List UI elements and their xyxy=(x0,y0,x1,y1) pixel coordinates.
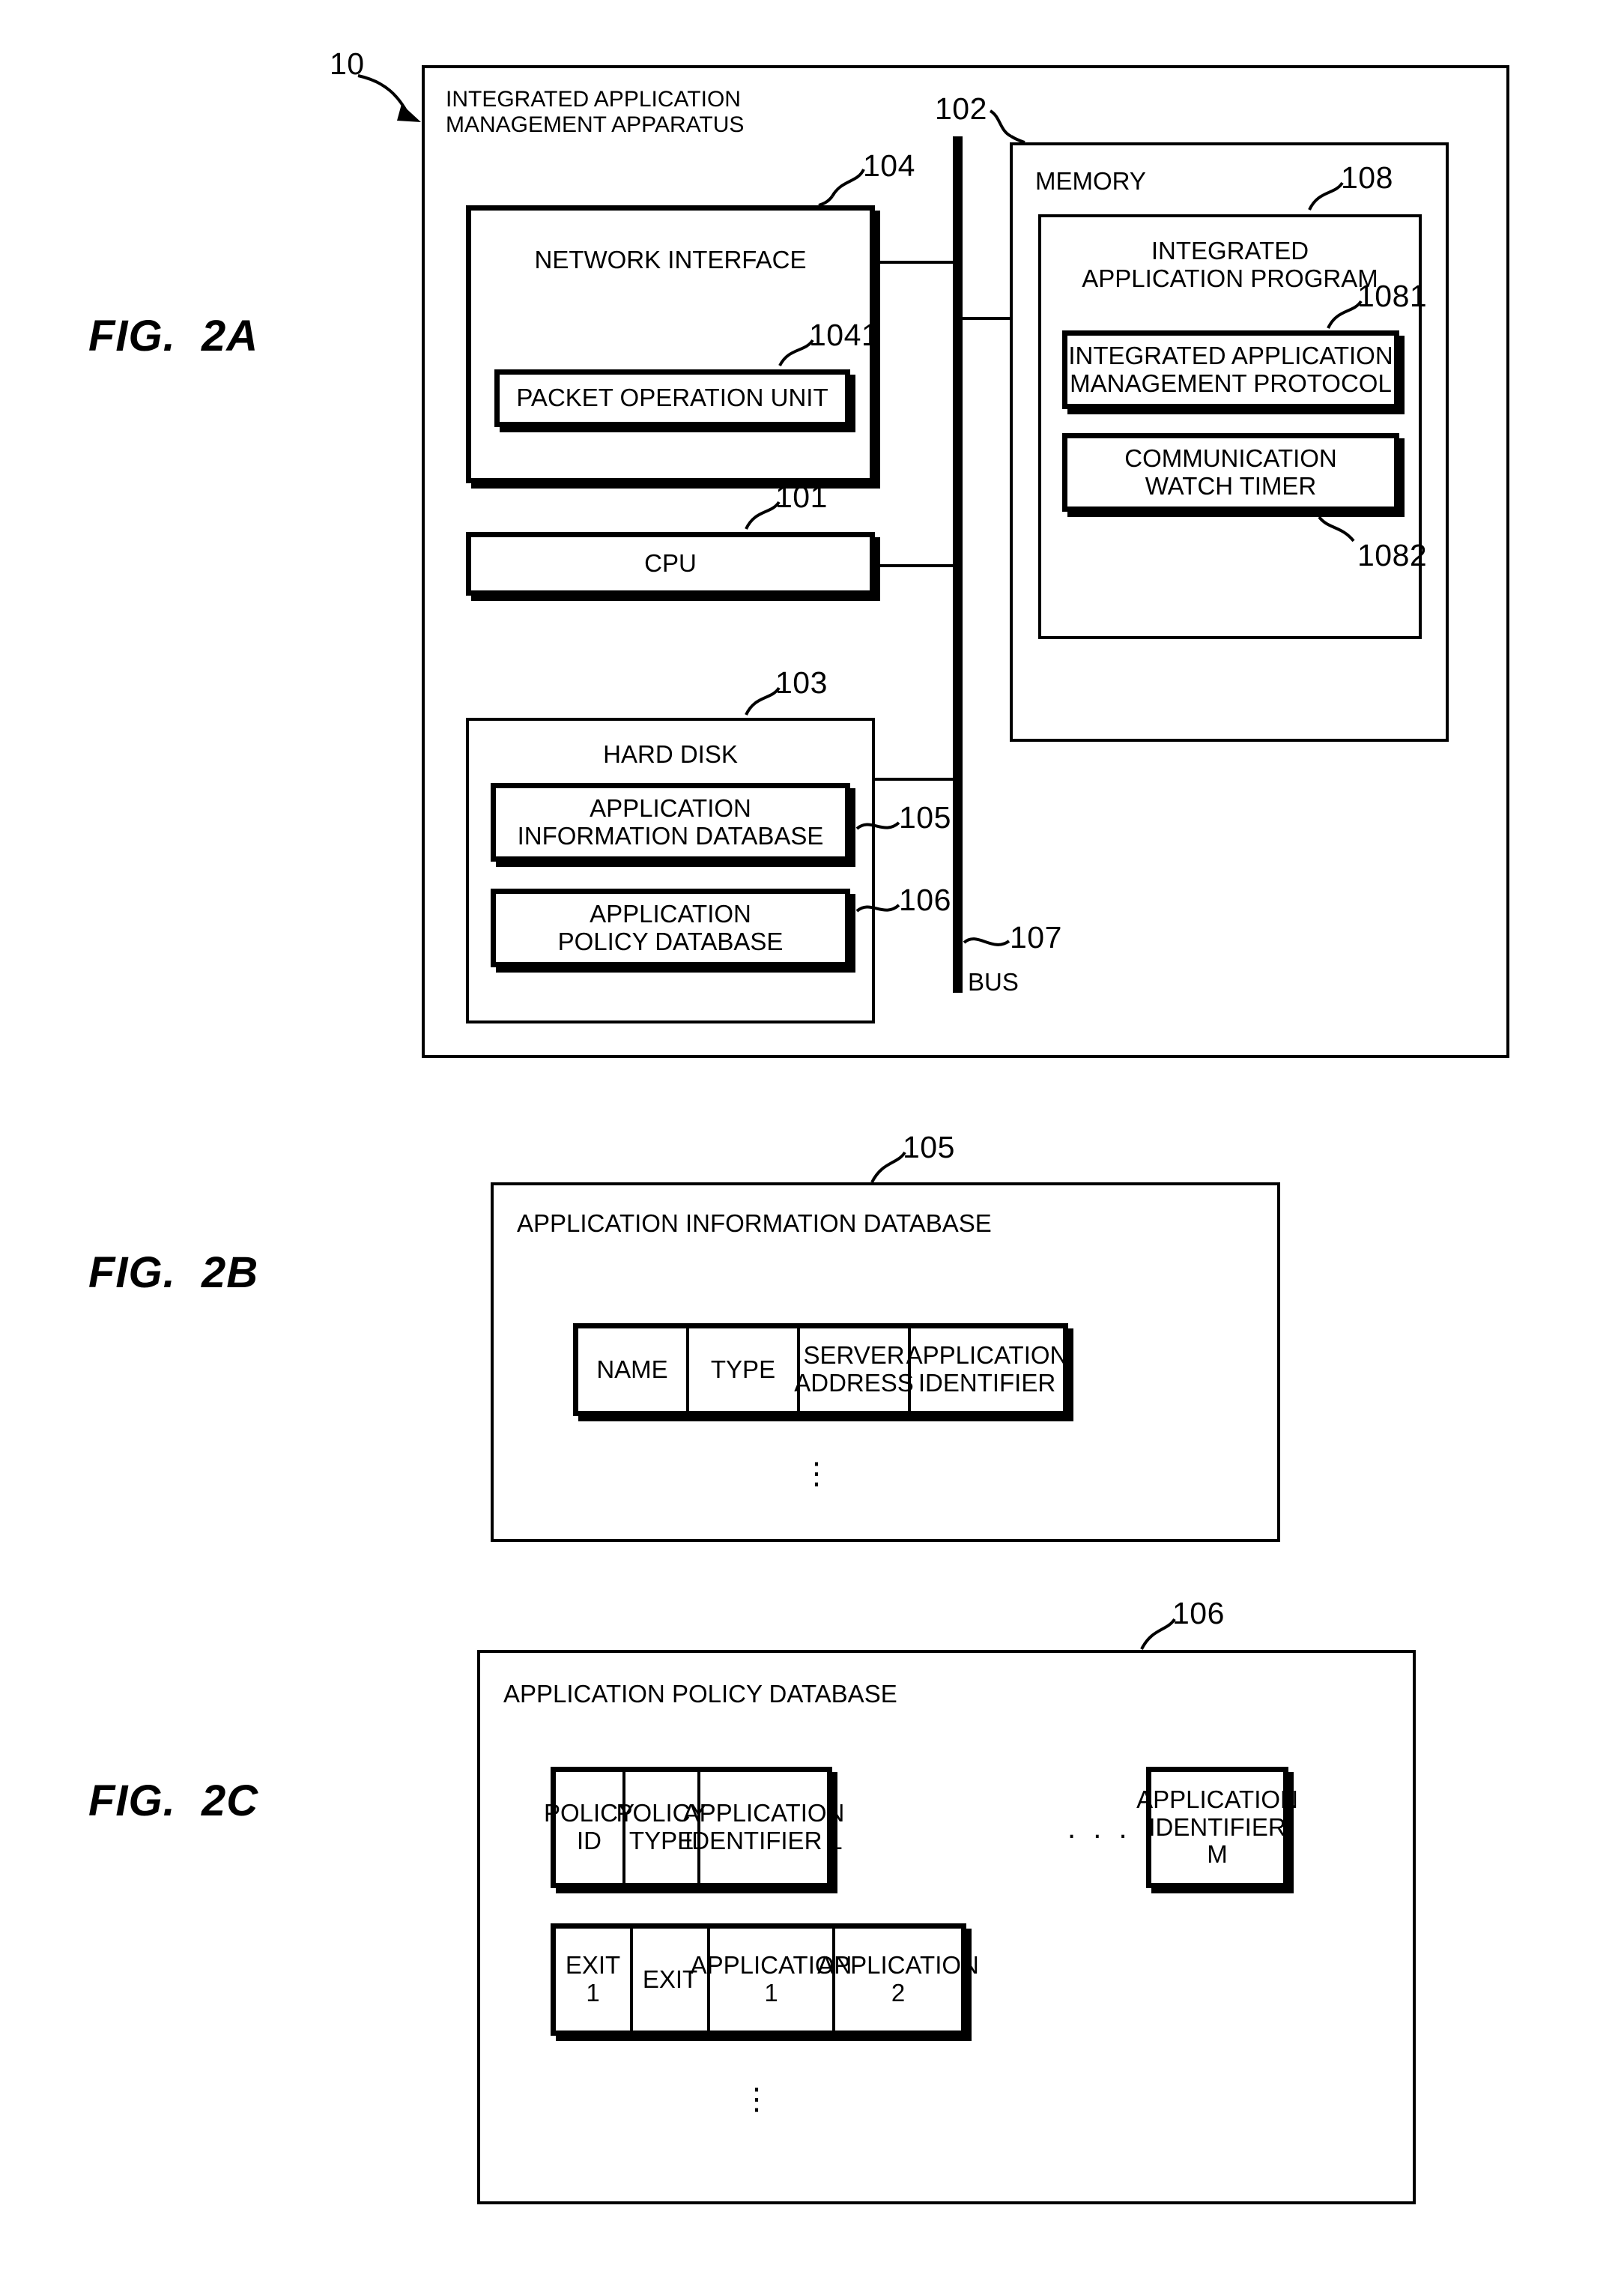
application-1-cell: APPLICATION 1 xyxy=(691,1929,852,2031)
apparatus-title: INTEGRATED APPLICATION MANAGEMENT APPARA… xyxy=(446,87,745,137)
hard-disk-bus-connector xyxy=(875,778,957,781)
application-identifier-m-row: APPLICATION IDENTIFIER M xyxy=(1136,1767,1298,1888)
reference-107-label: 107 xyxy=(1010,920,1062,955)
column-header-server-address: SERVER ADDRESS xyxy=(794,1328,914,1411)
reference-106-fig2c-label: 106 xyxy=(1172,1596,1225,1630)
hard-disk-label: HARD DISK xyxy=(603,740,738,768)
figure-2b-caption: FIG. 2B xyxy=(88,1248,259,1297)
application-information-database-ellipsis: ⋮ xyxy=(802,1457,831,1490)
reference-103-label: 103 xyxy=(775,665,828,700)
reference-1081-label: 1081 xyxy=(1357,279,1428,313)
bus-label: BUS xyxy=(968,967,1019,996)
application-policy-database-data-row: EXIT 1 EXIT APPLICATION 1 APPLICATION 2 xyxy=(551,1923,979,2036)
cpu-label: CPU xyxy=(644,549,697,578)
column-header-type: TYPE xyxy=(689,1328,800,1411)
figure-2a-caption: FIG. 2A xyxy=(88,312,259,360)
reference-108-label: 108 xyxy=(1341,160,1393,195)
packet-operation-unit-label: PACKET OPERATION UNIT xyxy=(516,384,828,412)
application-2-cell: APPLICATION 2 xyxy=(817,1951,979,2007)
column-header-application-identifier: APPLICATION IDENTIFIER xyxy=(906,1341,1068,1397)
memory-bus-connector xyxy=(957,317,1011,320)
cpu-bus-connector xyxy=(875,564,957,567)
network-interface-bus-connector xyxy=(875,261,957,264)
application-policy-database-title: APPLICATION POLICY DATABASE xyxy=(503,1679,897,1708)
application-identifier-m-cell: APPLICATION IDENTIFIER M xyxy=(1136,1785,1298,1869)
communication-watch-timer-label: COMMUNICATION WATCH TIMER xyxy=(1124,444,1337,500)
memory-label: MEMORY xyxy=(1035,166,1146,195)
exit-1-cell: EXIT 1 xyxy=(556,1929,633,2031)
column-header-name: NAME xyxy=(578,1328,689,1411)
application-information-database-title: APPLICATION INFORMATION DATABASE xyxy=(517,1209,992,1237)
application-policy-database-header-row: POLICY ID POLICY TYPE APPLICATION IDENTI… xyxy=(544,1767,845,1888)
application-policy-database-ellipsis: ⋮ xyxy=(742,2083,772,2116)
reference-105-label: 105 xyxy=(899,800,951,835)
reference-1041-label: 1041 xyxy=(809,318,879,352)
reference-104-label: 104 xyxy=(863,148,915,183)
integrated-application-management-protocol-label: INTEGRATED APPLICATION MANAGEMENT PROTOC… xyxy=(1068,341,1393,397)
figure-2c-caption: FIG. 2C xyxy=(88,1777,259,1825)
network-interface-label: NETWORK INTERFACE xyxy=(534,245,807,273)
policy-id-cell: POLICY ID xyxy=(544,1772,634,1883)
application-identifier-series-ellipsis: . . . xyxy=(1067,1812,1132,1845)
reference-102-label: 102 xyxy=(935,91,987,126)
reference-102-leader xyxy=(989,109,1025,144)
application-identifier-1-cell: APPLICATION IDENTIFIER 1 xyxy=(682,1799,845,1854)
application-information-database-label: APPLICATION INFORMATION DATABASE xyxy=(517,793,824,850)
application-policy-database-label: APPLICATION POLICY DATABASE xyxy=(557,899,784,955)
application-information-database-header-row: NAME TYPE SERVER ADDRESS APPLICATION IDE… xyxy=(573,1323,1068,1416)
reference-106-label: 106 xyxy=(899,883,951,917)
reference-1082-label: 1082 xyxy=(1357,538,1428,572)
reference-101-label: 101 xyxy=(775,480,828,514)
reference-105-fig2b-label: 105 xyxy=(903,1130,955,1164)
